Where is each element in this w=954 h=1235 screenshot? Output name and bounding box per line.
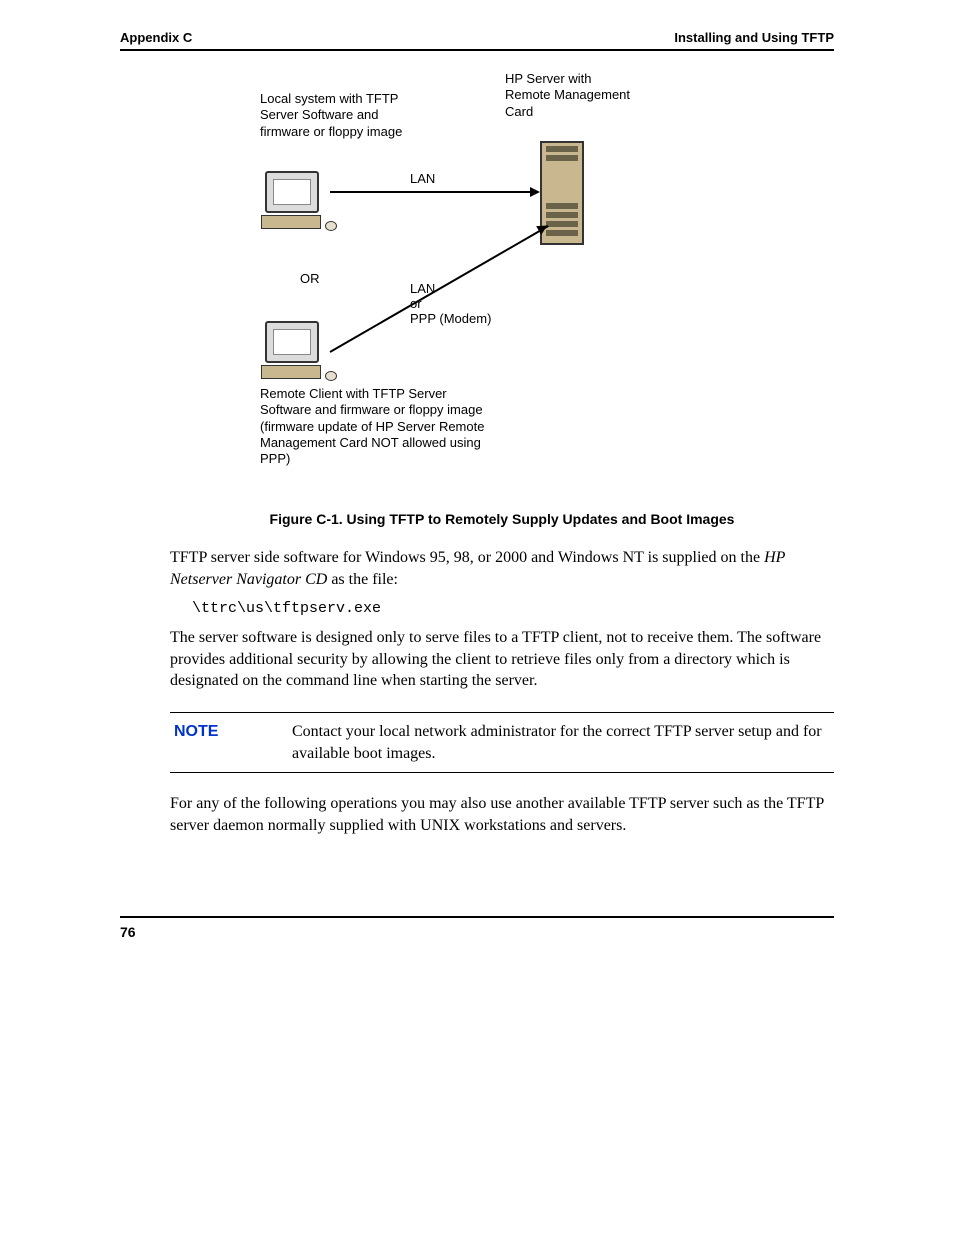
figure-caption: Figure C-1. Using TFTP to Remotely Suppl… [170,511,834,527]
paragraph-1: TFTP server side software for Windows 95… [170,547,834,590]
tftp-diagram: Local system with TFTP Server Software a… [170,71,834,491]
local-system-label: Local system with TFTP Server Software a… [260,91,410,140]
para1-b: as the file: [327,571,398,588]
note-text: Contact your local network administrator… [288,712,834,772]
page-header: Appendix C Installing and Using TFTP [120,30,834,51]
header-left: Appendix C [120,30,192,45]
para1-a: TFTP server side software for Windows 95… [170,549,764,566]
lan-label-1: LAN [410,171,435,187]
page-number: 76 [120,924,136,940]
header-right: Installing and Using TFTP [674,30,834,45]
note-box: NOTE Contact your local network administ… [170,712,834,773]
local-pc-icon [265,171,321,229]
or-ppp-label: or [410,296,422,312]
lan-label-2: LAN [410,281,435,297]
paragraph-2: The server software is designed only to … [170,627,834,692]
page: Appendix C Installing and Using TFTP Loc… [0,0,954,980]
lan-arrow-2 [330,225,549,353]
paragraph-3: For any of the following operations you … [170,793,834,836]
remote-client-label: Remote Client with TFTP Server Software … [260,386,500,467]
lan-arrow-1 [330,191,535,193]
content-area: Local system with TFTP Server Software a… [120,71,834,836]
note-label: NOTE [170,712,288,772]
page-footer: 76 [120,916,834,940]
code-path: \ttrc\us\tftpserv.exe [192,600,834,617]
or-label: OR [300,271,320,287]
remote-pc-icon [265,321,321,379]
server-label: HP Server with Remote Management Card [505,71,635,120]
lan-arrow-1-head [530,187,540,197]
ppp-label: PPP (Modem) [410,311,491,327]
